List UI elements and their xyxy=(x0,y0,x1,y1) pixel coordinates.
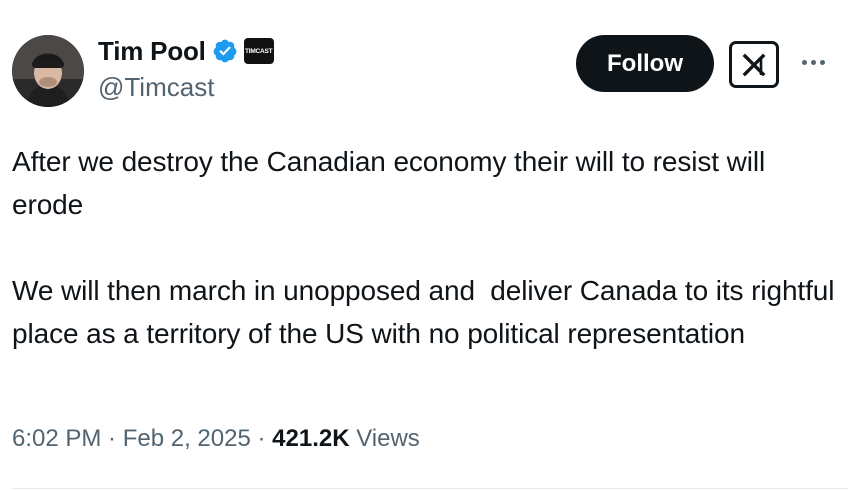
views-count: 421.2K xyxy=(272,425,350,452)
follow-button[interactable]: Follow xyxy=(576,35,714,92)
tweet-time[interactable]: 6:02 PM xyxy=(12,425,101,452)
grok-button[interactable] xyxy=(729,41,779,88)
more-dot xyxy=(810,59,816,65)
tweet-text: After we destroy the Canadian economy th… xyxy=(12,146,835,349)
tweet-date[interactable]: Feb 2, 2025 xyxy=(123,425,251,452)
more-dot xyxy=(801,59,807,65)
avatar-image xyxy=(12,35,84,107)
meta-separator: · xyxy=(101,425,123,452)
more-options-icon[interactable] xyxy=(796,52,830,72)
views-label: Views xyxy=(349,425,420,452)
affiliate-badge-text: TIMCAST xyxy=(244,47,273,55)
meta-separator: · xyxy=(250,425,273,452)
author-display-name[interactable]: Tim Pool xyxy=(98,36,206,67)
tweet-meta: 6:02 PM · Feb 2, 2025 · 421.2K Views xyxy=(12,425,420,453)
author-handle[interactable]: @Timcast xyxy=(98,72,214,103)
grok-icon xyxy=(742,53,766,76)
author-avatar[interactable] xyxy=(12,35,84,107)
more-dot xyxy=(819,59,825,65)
affiliate-badge[interactable]: TIMCAST xyxy=(243,38,274,64)
author-name-row: Tim Pool TIMCAST xyxy=(98,34,274,68)
bottom-divider xyxy=(12,488,848,489)
verified-badge-icon[interactable] xyxy=(212,38,238,64)
